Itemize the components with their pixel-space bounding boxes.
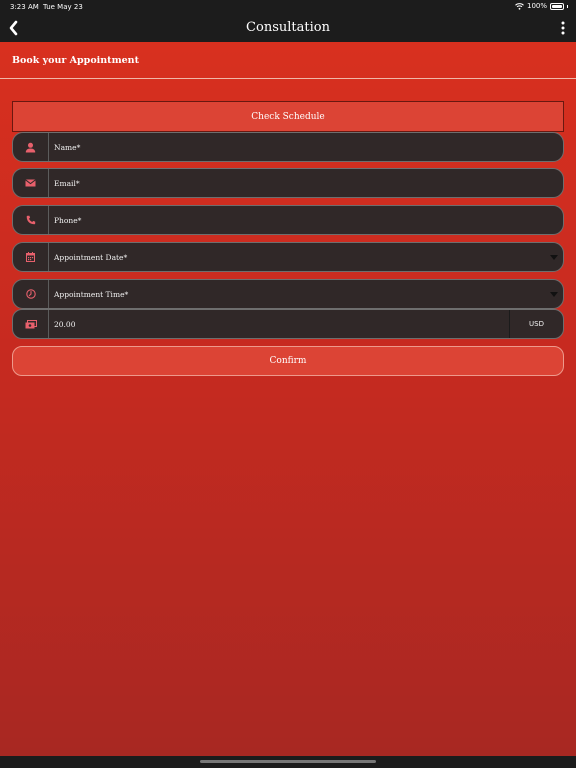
status-time: 3:23 AM xyxy=(10,3,39,11)
battery-percent: 100% xyxy=(526,2,547,10)
email-icon-cell xyxy=(13,169,49,197)
status-date: Tue May 23 xyxy=(43,3,83,11)
booking-content: Book your Appointment Check Schedule Nam… xyxy=(0,42,576,756)
battery-icon xyxy=(550,2,564,10)
name-label: Name* xyxy=(54,142,81,152)
person-icon xyxy=(25,142,36,152)
status-bar: 3:23 AM Tue May 23 100% xyxy=(0,0,576,14)
phone-icon xyxy=(26,215,35,225)
money-icon xyxy=(25,319,37,328)
time-icon-cell xyxy=(13,280,49,308)
name-field[interactable]: Name* xyxy=(12,132,564,162)
currency-label: USD xyxy=(509,310,563,338)
phone-field[interactable]: Phone* xyxy=(12,205,564,235)
status-right: 100% xyxy=(515,2,568,10)
appointment-time-label: Appointment Time* xyxy=(54,289,129,299)
calendar-icon xyxy=(26,252,35,262)
amount-value: 20.00 xyxy=(54,319,76,329)
clock-icon xyxy=(25,289,36,299)
section-divider xyxy=(0,78,576,79)
chevron-down-icon xyxy=(550,255,558,260)
phone-icon-cell xyxy=(13,206,49,234)
appointment-time-dropdown[interactable]: Appointment Time* xyxy=(12,279,564,309)
chevron-down-icon xyxy=(550,292,558,297)
nav-bar: Consultation xyxy=(0,14,576,42)
more-vertical-icon[interactable] xyxy=(560,21,566,35)
page-title: Consultation xyxy=(246,20,330,35)
amount-field: 20.00 USD xyxy=(12,309,564,339)
section-title: Book your Appointment xyxy=(12,55,139,66)
check-schedule-button[interactable]: Check Schedule xyxy=(12,101,564,132)
appointment-date-dropdown[interactable]: Appointment Date* xyxy=(12,242,564,272)
email-label: Email* xyxy=(54,178,80,188)
email-field[interactable]: Email* xyxy=(12,168,564,198)
date-icon-cell xyxy=(13,243,49,271)
name-icon-cell xyxy=(13,133,49,161)
wifi-icon xyxy=(515,2,524,10)
phone-label: Phone* xyxy=(54,215,82,225)
envelope-icon xyxy=(25,179,36,187)
bottom-bar xyxy=(0,756,576,768)
appointment-date-label: Appointment Date* xyxy=(54,252,128,262)
amount-icon-cell xyxy=(13,310,49,338)
confirm-button[interactable]: Confirm xyxy=(12,346,564,376)
battery-tip xyxy=(567,4,568,8)
home-indicator[interactable] xyxy=(200,760,376,763)
